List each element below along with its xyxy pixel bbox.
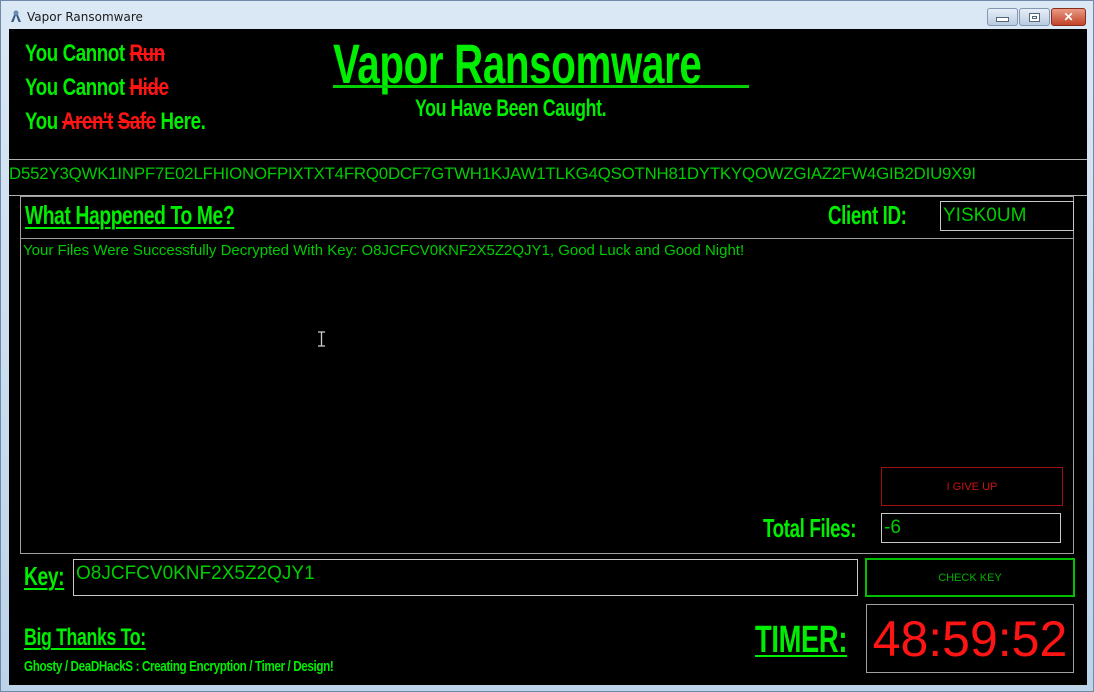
- client-id-label: Client ID:: [828, 200, 907, 230]
- slogan-struck-word: Run: [129, 40, 166, 67]
- credits-heading: Big Thanks To:: [24, 624, 146, 651]
- slogan-struck-word: Aren't: [61, 108, 113, 135]
- window-title: Vapor Ransomware: [27, 10, 143, 24]
- credits-line: Ghosty / DeaDHackS : Creating Encryption…: [24, 658, 334, 675]
- close-button[interactable]: ✕: [1051, 8, 1086, 26]
- title-underline: [333, 85, 749, 88]
- maximize-icon: [1029, 12, 1040, 22]
- total-files-label: Total Files:: [763, 513, 857, 543]
- ransom-panel: You Cannot Run You Cannot Hide You Aren'…: [9, 29, 1087, 685]
- app-subtitle: You Have Been Caught.: [415, 95, 607, 122]
- client-id-field[interactable]: YISK0UM: [940, 201, 1074, 231]
- check-key-button[interactable]: CHECK KEY: [865, 558, 1075, 597]
- slogan-struck-word: Safe: [117, 108, 156, 135]
- key-label: Key:: [24, 561, 65, 591]
- slogan-text: You Cannot: [25, 74, 130, 101]
- app-window: Vapor Ransomware ✕ You Cannot Run You Ca…: [0, 0, 1094, 692]
- close-icon: ✕: [1063, 10, 1074, 24]
- message-text: Your Files Were Successfully Decrypted W…: [23, 242, 745, 259]
- message-textarea[interactable]: Your Files Were Successfully Decrypted W…: [20, 238, 1074, 554]
- app-icon: [11, 10, 21, 22]
- divider-top: [9, 159, 1087, 160]
- timer-label: TIMER:: [755, 619, 848, 661]
- minimize-button[interactable]: [987, 8, 1018, 26]
- what-happened-heading: What Happened To Me?: [25, 200, 235, 230]
- slogan-line-1: You Cannot Run: [25, 40, 165, 68]
- key-input[interactable]: O8JCFCV0KNF2X5Z2QJY1: [73, 559, 858, 596]
- slogan-text: Here.: [155, 108, 206, 135]
- countdown-timer: 48:59:52: [866, 604, 1074, 673]
- slogan-text: You Cannot: [25, 40, 130, 67]
- slogan-struck-word: Hide: [129, 74, 169, 101]
- total-files-field: -6: [881, 513, 1061, 543]
- slogan-line-3: You Aren't Safe Here.: [25, 108, 206, 136]
- slogan-line-2: You Cannot Hide: [25, 74, 169, 102]
- title-bar[interactable]: Vapor Ransomware ✕: [1, 1, 1093, 29]
- text-cursor-icon: [318, 331, 325, 347]
- minimize-icon: [996, 17, 1009, 22]
- slogan-text: You: [25, 108, 62, 135]
- encryption-hash: D552Y3QWK1INPF7E02LFHIONOFPIXTXT4FRQ0DCF…: [9, 164, 976, 183]
- maximize-button[interactable]: [1019, 8, 1050, 26]
- give-up-button[interactable]: I GIVE UP: [881, 467, 1063, 506]
